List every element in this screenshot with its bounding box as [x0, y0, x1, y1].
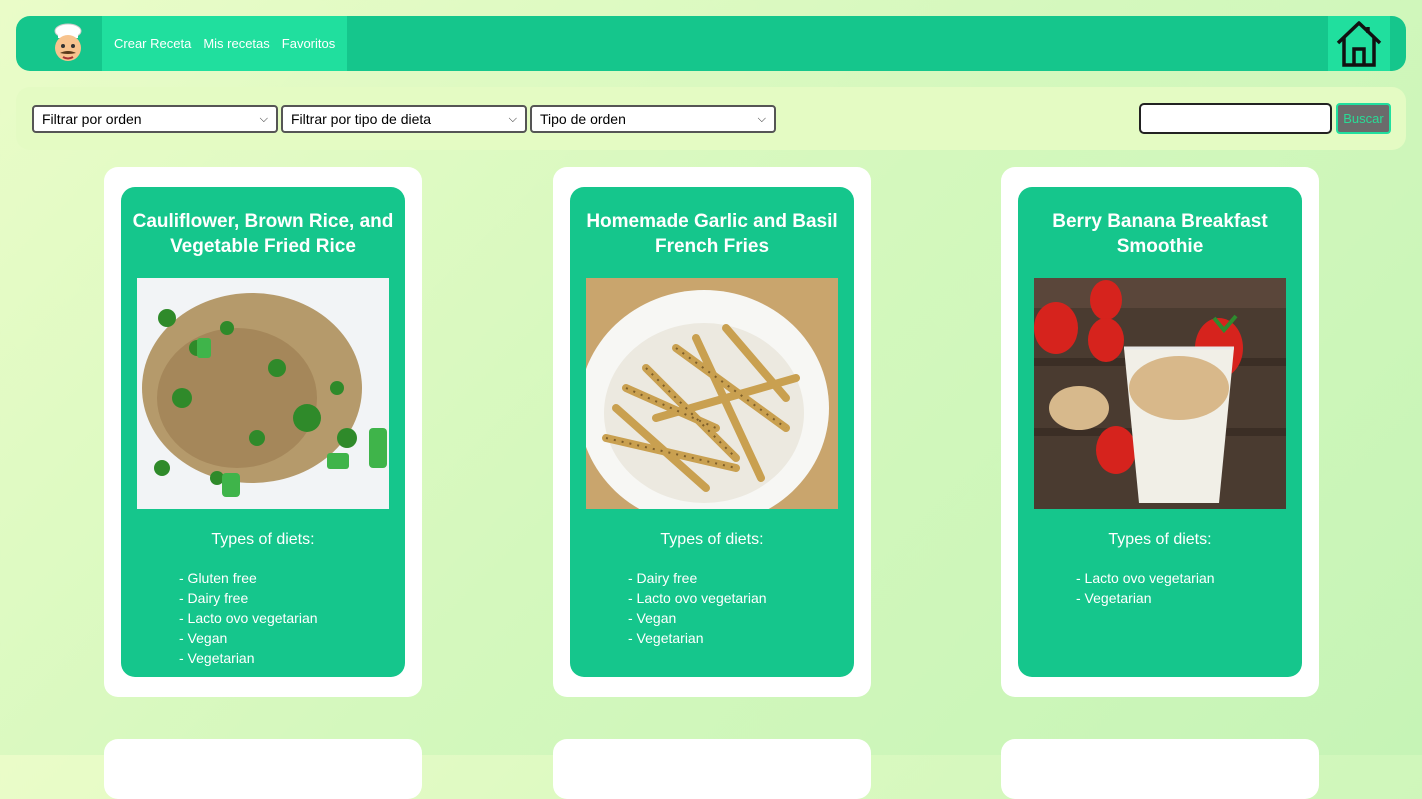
diets-list: - Dairy free - Lacto ovo vegetarian - Ve… — [628, 568, 767, 648]
diet-item: - Lacto ovo vegetarian — [1076, 570, 1215, 586]
diet-item: - Vegetarian — [628, 630, 704, 646]
recipe-card-inner: Berry Banana Breakfast Smoothie Types of — [1018, 187, 1302, 677]
nav-link-crear-receta[interactable]: Crear Receta — [108, 36, 197, 51]
filter-bar: Filtrar por orden ⌵ Filtrar por tipo de … — [16, 87, 1406, 150]
recipe-image[interactable] — [1034, 278, 1286, 509]
recipe-title[interactable]: Berry Banana Breakfast Smoothie — [1028, 209, 1292, 259]
diets-list: - Gluten free - Dairy free - Lacto ovo v… — [179, 568, 318, 668]
diet-item: - Vegan — [179, 630, 228, 646]
diets-heading: Types of diets: — [211, 531, 315, 548]
nav-link-mis-recetas[interactable]: Mis recetas — [197, 36, 275, 51]
nav-links: Crear Receta Mis recetas Favoritos — [102, 16, 348, 71]
diet-item: - Vegetarian — [1076, 590, 1152, 606]
recipe-card[interactable] — [104, 739, 422, 799]
diet-item: - Vegetarian — [179, 650, 255, 666]
recipe-card[interactable]: Cauliflower, Brown Rice, and Vegetable F… — [104, 167, 422, 697]
navbar: Crear Receta Mis recetas Favoritos — [16, 16, 1406, 71]
chevron-down-icon: ⌵ — [508, 112, 517, 125]
home-icon — [1336, 20, 1382, 67]
diet-filter-select[interactable]: Filtrar por tipo de dieta ⌵ — [281, 105, 527, 133]
home-button[interactable] — [1328, 16, 1390, 71]
recipe-card-inner: Homemade Garlic and Basil French Fries T… — [570, 187, 854, 677]
chef-logo-icon[interactable] — [40, 16, 96, 71]
recipe-card[interactable]: Berry Banana Breakfast Smoothie Types of — [1001, 167, 1319, 697]
recipe-card[interactable]: Homemade Garlic and Basil French Fries T… — [553, 167, 871, 697]
diet-item: - Gluten free — [179, 570, 257, 586]
search-input[interactable] — [1139, 103, 1332, 134]
chevron-down-icon: ⌵ — [757, 112, 766, 125]
diets-list: - Lacto ovo vegetarian - Vegetarian — [1076, 568, 1215, 608]
recipe-image[interactable] — [586, 278, 838, 509]
chevron-down-icon: ⌵ — [259, 112, 268, 125]
order-filter-select[interactable]: Filtrar por orden ⌵ — [32, 105, 278, 133]
diets-heading: Types of diets: — [1108, 531, 1212, 548]
search-button[interactable]: Buscar — [1336, 103, 1391, 134]
order-filter-value: Filtrar por orden — [42, 111, 142, 127]
diet-item: - Lacto ovo vegetarian — [628, 590, 767, 606]
recipe-title[interactable]: Cauliflower, Brown Rice, and Vegetable F… — [131, 209, 395, 259]
order-type-value: Tipo de orden — [540, 111, 626, 127]
recipe-card[interactable] — [553, 739, 871, 799]
diet-item: - Vegan — [628, 610, 677, 626]
diet-item: - Dairy free — [179, 590, 249, 606]
diet-item: - Lacto ovo vegetarian — [179, 610, 318, 626]
recipe-title[interactable]: Homemade Garlic and Basil French Fries — [580, 209, 844, 259]
order-type-select[interactable]: Tipo de orden ⌵ — [530, 105, 776, 133]
nav-link-favoritos[interactable]: Favoritos — [276, 36, 341, 51]
recipe-card-inner: Cauliflower, Brown Rice, and Vegetable F… — [121, 187, 405, 677]
recipe-image[interactable] — [137, 278, 389, 509]
recipe-card[interactable] — [1001, 739, 1319, 799]
diet-item: - Dairy free — [628, 570, 698, 586]
diets-heading: Types of diets: — [660, 531, 764, 548]
diet-filter-value: Filtrar por tipo de dieta — [291, 111, 432, 127]
